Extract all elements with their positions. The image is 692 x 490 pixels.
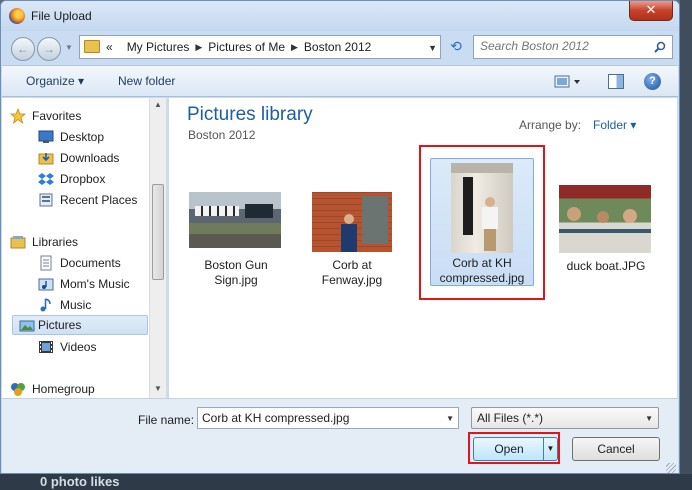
music-note-icon — [40, 298, 51, 312]
arrange-by-label: Arrange by: — [519, 118, 582, 132]
address-row: ← → ▼ « My Pictures ▶ Pictures of Me ▶ B… — [1, 31, 679, 63]
nav-label: Videos — [60, 340, 97, 354]
background-window-edge — [680, 0, 692, 490]
address-bar[interactable]: « My Pictures ▶ Pictures of Me ▶ Boston … — [79, 35, 441, 59]
documents-icon — [40, 255, 52, 271]
nav-item-documents[interactable]: Documents — [38, 253, 121, 273]
nav-item-desktop[interactable]: Desktop — [38, 127, 104, 147]
search-icon[interactable] — [654, 41, 666, 53]
dropbox-icon — [38, 173, 54, 185]
file-item-duck-boat[interactable]: duck boat.JPG — [553, 158, 659, 286]
file-thumbnail — [312, 192, 392, 252]
open-button-highlight — [468, 432, 560, 464]
file-name-input[interactable] — [202, 411, 432, 425]
search-box[interactable] — [473, 35, 673, 59]
nav-label: Libraries — [32, 235, 79, 249]
nav-item-homegroup[interactable]: Homegroup — [10, 379, 95, 399]
toolbar: Organize ▾ New folder ? — [2, 65, 678, 97]
nav-item-videos[interactable]: Videos — [38, 337, 96, 357]
selected-file-highlight — [419, 145, 545, 300]
nav-label: Music — [60, 298, 92, 312]
breadcrumb-overflow[interactable]: « — [106, 40, 113, 54]
file-upload-dialog: File Upload ✕ ← → ▼ « My Pictures ▶ Pict… — [0, 0, 680, 474]
folder-icon — [84, 40, 100, 53]
libraries-icon — [10, 236, 26, 249]
nav-label: Pictures — [38, 318, 82, 332]
file-name-line: Boston Gun — [204, 258, 268, 272]
forward-button[interactable]: → — [37, 37, 61, 61]
nav-scrollbar[interactable]: ▲ ▼ — [149, 98, 166, 398]
change-view-icon[interactable] — [554, 74, 582, 90]
refresh-button[interactable]: ⟲ — [445, 37, 467, 57]
help-icon[interactable]: ? — [644, 73, 661, 90]
file-name-combobox[interactable]: ▼ — [197, 407, 459, 429]
library-subtitle: Boston 2012 — [188, 128, 256, 142]
breadcrumb-chevron-icon[interactable]: ▶ — [291, 42, 298, 53]
nav-item-favorites[interactable]: Favorites — [10, 106, 81, 126]
desktop-icon — [38, 130, 54, 143]
nav-item-libraries[interactable]: Libraries — [10, 232, 78, 252]
resize-grip[interactable] — [666, 463, 676, 473]
firefox-icon — [9, 8, 25, 24]
recent-places-icon — [39, 193, 53, 207]
nav-item-downloads[interactable]: Downloads — [38, 148, 119, 168]
file-thumbnail — [189, 192, 281, 248]
nav-item-moms-music[interactable]: Mom's Music — [38, 274, 130, 294]
scroll-down-icon[interactable]: ▼ — [154, 384, 162, 393]
close-button[interactable]: ✕ — [629, 1, 673, 21]
file-name-label: File name: — [138, 413, 195, 427]
file-name-line: Fenway.jpg — [321, 273, 383, 287]
search-input[interactable] — [480, 39, 650, 53]
nav-item-pictures[interactable]: Pictures — [12, 315, 148, 335]
arrange-by-dropdown[interactable]: Folder ▾ — [593, 118, 636, 132]
nav-label: Downloads — [60, 151, 120, 165]
pictures-icon — [19, 320, 35, 332]
file-item-boston-gun-sign[interactable]: Boston Gun Sign.jpg — [183, 158, 289, 287]
organize-button[interactable]: Organize ▾ — [26, 74, 84, 88]
nav-label: Homegroup — [32, 382, 95, 396]
window-title: File Upload — [31, 9, 92, 23]
nav-label: Dropbox — [60, 172, 106, 186]
downloads-folder-icon — [38, 153, 54, 165]
nav-label: Desktop — [60, 130, 105, 144]
file-type-dropdown-icon[interactable]: ▼ — [645, 414, 653, 423]
background-page-text: 0 photo likes — [0, 474, 692, 490]
recent-locations-chevron-icon[interactable]: ▼ — [65, 43, 73, 52]
file-thumbnail — [559, 185, 651, 253]
file-type-value: All Files (*.*) — [477, 411, 544, 425]
nav-label: Mom's Music — [60, 277, 130, 291]
breadcrumb: « My Pictures ▶ Pictures of Me ▶ Boston … — [106, 40, 371, 54]
nav-item-dropbox[interactable]: Dropbox — [38, 169, 105, 189]
library-title: Pictures library — [187, 104, 313, 125]
breadcrumb-chevron-icon[interactable]: ▶ — [195, 42, 202, 53]
homegroup-icon — [11, 383, 25, 396]
nav-label: Recent Places — [60, 193, 138, 207]
preview-pane-icon[interactable] — [608, 74, 624, 89]
dialog-footer: File name: ▼ All Files (*.*) ▼ Open ▼ Ca… — [2, 398, 678, 473]
videos-icon — [39, 341, 53, 353]
breadcrumb-pictures-of-me[interactable]: Pictures of Me — [208, 40, 285, 54]
navigation-pane: Favorites Desktop Downloads Dropbox Rece… — [2, 98, 166, 398]
file-name-dropdown-icon[interactable]: ▼ — [446, 414, 454, 423]
scroll-up-icon[interactable]: ▲ — [154, 100, 162, 109]
nav-label: Favorites — [32, 109, 82, 123]
nav-item-music[interactable]: Music — [38, 295, 91, 315]
breadcrumb-my-pictures[interactable]: My Pictures — [127, 40, 190, 54]
address-dropdown-icon[interactable]: ▼ — [428, 43, 437, 53]
file-name-line: Corb at — [332, 258, 372, 272]
nav-item-recent-places[interactable]: Recent Places — [38, 190, 137, 210]
back-button[interactable]: ← — [11, 37, 35, 61]
scroll-thumb[interactable] — [152, 184, 164, 280]
music-library-icon — [38, 278, 54, 291]
star-icon — [10, 108, 26, 124]
new-folder-button[interactable]: New folder — [118, 74, 175, 88]
file-name-line: Sign.jpg — [214, 273, 258, 287]
nav-label: Documents — [60, 256, 121, 270]
title-bar[interactable]: File Upload ✕ — [1, 1, 679, 31]
file-name-line: duck boat.JPG — [566, 259, 646, 273]
cancel-button[interactable]: Cancel — [572, 437, 660, 461]
file-type-select[interactable]: All Files (*.*) ▼ — [471, 407, 659, 429]
breadcrumb-boston-2012[interactable]: Boston 2012 — [304, 40, 371, 54]
file-item-corb-at-fenway[interactable]: Corb at Fenway.jpg — [299, 158, 405, 287]
